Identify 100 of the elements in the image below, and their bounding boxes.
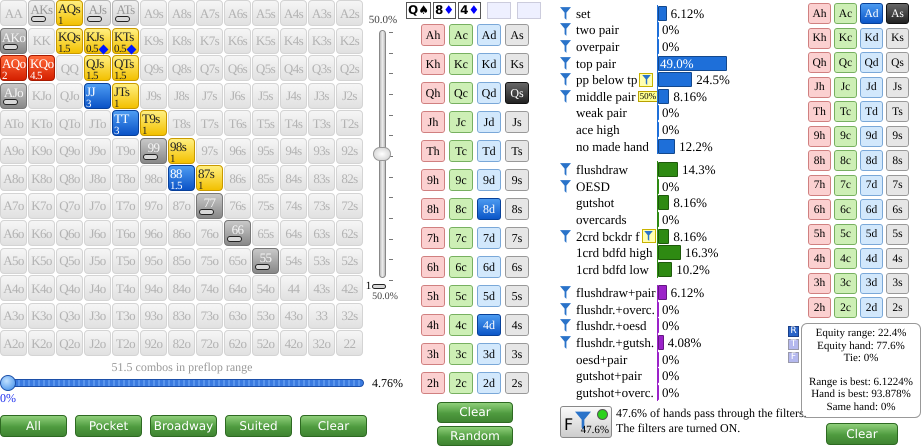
card-button[interactable]: 8h <box>808 150 831 171</box>
range-cell[interactable]: AKs <box>28 0 55 26</box>
range-cell[interactable]: 94o <box>140 275 167 301</box>
range-cell[interactable]: 63s <box>308 220 335 246</box>
card-button[interactable]: Ts <box>886 101 909 122</box>
card-button[interactable]: Td <box>477 140 501 162</box>
range-cell[interactable]: K9o <box>28 138 55 164</box>
range-cell[interactable]: 88 1.5 <box>168 165 195 191</box>
range-cell[interactable]: QJo <box>56 82 83 108</box>
card-button[interactable]: Th <box>421 140 445 162</box>
range-cell[interactable]: Q9s <box>140 55 167 81</box>
card-button[interactable]: 4c <box>449 314 473 336</box>
range-cell[interactable]: T5o <box>112 248 139 274</box>
range-cell[interactable]: A3s <box>308 0 335 26</box>
range-cell[interactable]: Q2o <box>56 330 83 356</box>
range-cell[interactable]: J9s <box>140 82 167 108</box>
range-cell[interactable]: 84s <box>280 165 307 191</box>
range-cell[interactable]: KQs 1.5 <box>56 28 83 54</box>
card-button[interactable]: Js <box>505 111 529 133</box>
range-cell[interactable]: 97s <box>196 138 223 164</box>
range-cell[interactable]: T4o <box>112 275 139 301</box>
range-cell[interactable]: AQs 1 <box>56 0 83 26</box>
equity-tab[interactable]: F <box>788 352 799 363</box>
range-cell[interactable]: 95o <box>140 248 167 274</box>
range-cell[interactable]: 54o <box>252 275 279 301</box>
range-cell[interactable]: K4s <box>280 28 307 54</box>
filter-toggle[interactable]: F 47.6% <box>560 406 612 438</box>
range-cell[interactable]: T3s <box>308 110 335 136</box>
range-cell[interactable]: 54s <box>280 248 307 274</box>
card-button[interactable]: 4h <box>421 314 445 336</box>
filter-icon[interactable] <box>560 90 571 103</box>
range-cell[interactable]: J9o <box>84 138 111 164</box>
filter-icon[interactable] <box>560 230 571 243</box>
card-button[interactable]: Qh <box>421 82 445 104</box>
filter-icon[interactable] <box>560 56 571 70</box>
filter-icon[interactable] <box>560 6 571 20</box>
range-cell[interactable]: 77 <box>196 192 223 218</box>
filter-icon[interactable] <box>560 23 571 36</box>
card-button[interactable]: 6d <box>477 256 501 278</box>
card-button[interactable]: 9s <box>505 169 529 191</box>
card-button[interactable]: 2s <box>505 372 529 394</box>
range-cell[interactable]: AKo <box>0 28 27 54</box>
range-cell[interactable]: 32o <box>308 330 335 356</box>
range-cell[interactable]: 63o <box>224 302 251 328</box>
range-cell[interactable]: A7o <box>0 192 27 218</box>
card-button[interactable]: Kc <box>834 28 857 48</box>
range-cell[interactable]: JTo <box>84 110 111 136</box>
filter-badge-icon[interactable] <box>642 229 656 244</box>
range-cell[interactable]: Q5o <box>56 248 83 274</box>
range-cell[interactable]: J4o <box>84 275 111 301</box>
range-cell[interactable]: T7o <box>112 192 139 218</box>
card-button[interactable]: Jh <box>808 76 831 98</box>
range-cell[interactable]: K3s <box>308 28 335 54</box>
range-cell[interactable]: A4s <box>280 0 307 26</box>
range-cell[interactable]: A4o <box>0 275 27 301</box>
range-cell[interactable]: 33 <box>308 302 335 328</box>
range-cell[interactable]: 42s <box>336 275 363 301</box>
range-cell[interactable]: 76s <box>224 192 251 218</box>
card-button[interactable]: 9c <box>834 126 857 146</box>
range-cell[interactable]: J8s <box>168 82 195 108</box>
card-button[interactable]: 5d <box>860 224 883 244</box>
clear-button[interactable]: Clear <box>826 423 898 445</box>
range-cell[interactable]: 72s <box>336 192 363 218</box>
card-button[interactable]: 2c <box>449 372 473 394</box>
range-cell[interactable]: 86o <box>168 220 195 246</box>
filter-icon[interactable] <box>560 319 571 332</box>
card-button[interactable]: 9s <box>886 126 909 146</box>
range-cell[interactable]: 66 <box>224 220 251 246</box>
range-cell[interactable]: 96s <box>224 138 251 164</box>
range-cell[interactable]: 86s <box>224 165 251 191</box>
filter-icon[interactable] <box>560 40 571 53</box>
range-cell[interactable]: J7o <box>84 192 111 218</box>
range-cell[interactable]: Q6s <box>224 55 251 81</box>
range-cell[interactable]: K3o <box>28 302 55 328</box>
range-cell[interactable]: 96o <box>140 220 167 246</box>
range-cell[interactable]: T3o <box>112 302 139 328</box>
card-button[interactable]: 5h <box>421 285 445 307</box>
range-cell[interactable]: QQ <box>56 55 83 81</box>
card-button[interactable]: 3h <box>421 343 445 365</box>
range-cell[interactable]: 74s <box>280 192 307 218</box>
card-button[interactable]: 7d <box>477 227 501 249</box>
filter-badge-icon[interactable] <box>639 72 654 87</box>
card-button[interactable]: Jd <box>860 76 883 98</box>
slider-thumb[interactable] <box>0 375 16 391</box>
range-cell[interactable]: Q9o <box>56 138 83 164</box>
card-button[interactable]: Jc <box>449 111 473 133</box>
range-button[interactable]: Pocket <box>75 415 142 437</box>
range-cell[interactable]: J3s <box>308 82 335 108</box>
card-button[interactable]: 4d <box>477 314 501 336</box>
range-cell[interactable]: QTo <box>56 110 83 136</box>
range-cell[interactable]: A9o <box>0 138 27 164</box>
card-button[interactable]: 2c <box>834 297 857 318</box>
card-button[interactable]: 2d <box>860 297 883 318</box>
range-cell[interactable]: 42o <box>280 330 307 356</box>
card-button[interactable]: 7s <box>886 174 909 196</box>
card-button[interactable]: 2s <box>886 297 909 318</box>
range-cell[interactable]: AA <box>0 0 27 26</box>
range-cell[interactable]: K2s <box>336 28 363 54</box>
range-cell[interactable]: T9s 1 <box>140 110 167 136</box>
range-cell[interactable]: Q3o <box>56 302 83 328</box>
